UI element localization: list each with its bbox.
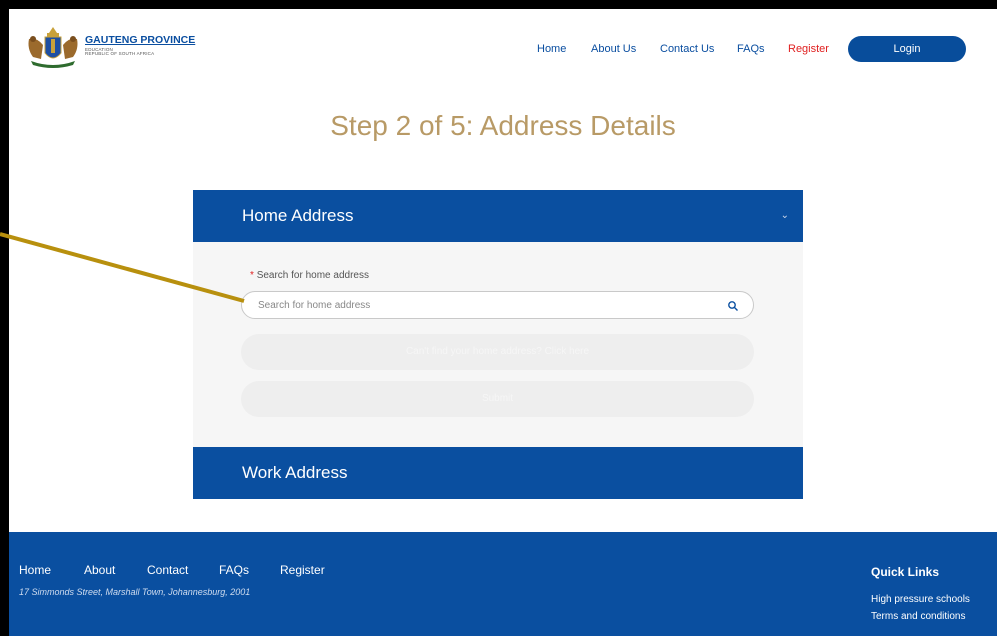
quick-link-terms[interactable]: Terms and conditions bbox=[871, 611, 966, 622]
search-label-text: Search for home address bbox=[256, 270, 369, 281]
login-button[interactable]: Login bbox=[848, 36, 966, 62]
work-address-header[interactable]: Work Address bbox=[193, 447, 803, 499]
required-mark: * bbox=[250, 270, 254, 281]
footer-nav-faqs[interactable]: FAQs bbox=[219, 563, 249, 577]
home-address-search-input[interactable]: Search for home address bbox=[241, 291, 754, 319]
nav-faqs[interactable]: FAQs bbox=[737, 43, 765, 55]
site-header: GAUTENG PROVINCE EDUCATION REPUBLIC OF S… bbox=[9, 9, 997, 89]
work-address-heading: Work Address bbox=[242, 463, 348, 482]
footer-nav-register[interactable]: Register bbox=[280, 563, 325, 577]
logo-title: GAUTENG PROVINCE bbox=[85, 34, 196, 47]
footer-nav-home[interactable]: Home bbox=[19, 563, 51, 577]
submit-button[interactable]: Submit bbox=[241, 381, 754, 417]
crest-icon bbox=[28, 27, 78, 68]
quick-links-title: Quick Links bbox=[871, 565, 940, 579]
site-footer: Home About Contact FAQs Register 17 Simm… bbox=[9, 532, 997, 636]
page-frame: GAUTENG PROVINCE EDUCATION REPUBLIC OF S… bbox=[9, 9, 997, 636]
nav-register[interactable]: Register bbox=[788, 43, 829, 55]
logo-subtitle-2: REPUBLIC OF SOUTH AFRICA bbox=[85, 51, 155, 57]
search-icon[interactable] bbox=[727, 300, 739, 312]
cant-find-address-button[interactable]: Can't find your home address? Click here bbox=[241, 334, 754, 370]
footer-nav-about[interactable]: About bbox=[84, 563, 115, 577]
home-address-heading: Home Address bbox=[242, 206, 354, 225]
search-placeholder: Search for home address bbox=[258, 300, 371, 311]
page-title: Step 2 of 5: Address Details bbox=[330, 110, 676, 141]
home-address-panel: * Search for home address Search for hom… bbox=[193, 242, 803, 447]
address-accordion: Home Address ⌄ * Search for home address… bbox=[193, 190, 803, 499]
nav-contact-us[interactable]: Contact Us bbox=[660, 43, 714, 55]
footer-address: 17 Simmonds Street, Marshall Town, Johan… bbox=[19, 587, 251, 597]
search-label: * Search for home address bbox=[250, 270, 369, 281]
quick-link-high-pressure-schools[interactable]: High pressure schools bbox=[871, 594, 970, 605]
chevron-down-icon[interactable]: ⌄ bbox=[781, 190, 789, 242]
footer-nav-contact[interactable]: Contact bbox=[147, 563, 188, 577]
nav-home[interactable]: Home bbox=[537, 43, 566, 55]
home-address-header[interactable]: Home Address ⌄ bbox=[193, 190, 803, 242]
nav-about-us[interactable]: About Us bbox=[591, 43, 636, 55]
gauteng-logo[interactable]: GAUTENG PROVINCE EDUCATION REPUBLIC OF S… bbox=[23, 23, 195, 69]
